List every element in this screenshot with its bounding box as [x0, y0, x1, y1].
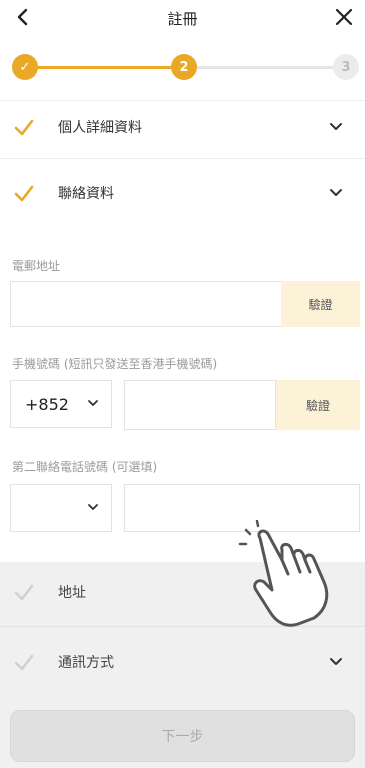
mobile-number-field[interactable] — [124, 380, 276, 430]
divider — [0, 158, 365, 159]
next-step-button[interactable]: 下一步 — [10, 710, 355, 762]
section-label: 個人詳細資料 — [58, 120, 142, 136]
step-2-indicator: 2 — [171, 54, 197, 80]
step-connector-2 — [196, 66, 344, 69]
check-icon — [14, 119, 34, 136]
section-communication-method[interactable]: 通訊方式 — [0, 633, 365, 691]
section-personal-details[interactable]: 個人詳細資料 — [0, 98, 365, 156]
check-icon — [14, 584, 34, 601]
section-label: 通訊方式 — [58, 655, 114, 671]
mobile-country-code-select[interactable]: +852 — [10, 380, 112, 428]
email-field[interactable] — [10, 281, 282, 327]
check-icon — [14, 654, 34, 671]
second-phone-country-code-select[interactable] — [10, 484, 112, 532]
page-title: 註冊 — [167, 10, 198, 28]
registration-screen: 註冊 ✓ 2 3 個人詳細資料 聯絡資料 電郵地址 驗證 手機號碼 (短訊只發送… — [0, 0, 365, 768]
close-icon — [335, 8, 353, 26]
chevron-down-icon — [88, 400, 98, 406]
step-1-indicator: ✓ — [12, 54, 38, 80]
country-code-value: +852 — [25, 394, 69, 414]
section-label: 地址 — [58, 585, 86, 601]
second-phone-label: 第二聯絡電話號碼 (可選填) — [12, 460, 158, 474]
step-3-indicator: 3 — [333, 54, 359, 80]
header: 註冊 — [0, 0, 365, 38]
email-verify-button[interactable]: 驗證 — [281, 281, 360, 327]
progress-stepper: ✓ 2 3 — [0, 46, 365, 94]
mobile-label: 手機號碼 (短訊只發送至香港手機號碼) — [12, 357, 218, 371]
close-button[interactable] — [329, 2, 359, 32]
section-label: 聯絡資料 — [58, 186, 114, 202]
chevron-down-icon — [330, 189, 342, 196]
tap-hand-icon — [238, 520, 329, 627]
mobile-verify-button[interactable]: 驗證 — [276, 380, 360, 430]
email-label: 電郵地址 — [12, 259, 61, 273]
chevron-down-icon — [330, 658, 342, 665]
chevron-down-icon — [330, 123, 342, 130]
step-connector-1 — [24, 66, 184, 69]
check-icon — [14, 185, 34, 202]
chevron-down-icon — [88, 504, 98, 510]
section-contact-details[interactable]: 聯絡資料 — [0, 164, 365, 222]
